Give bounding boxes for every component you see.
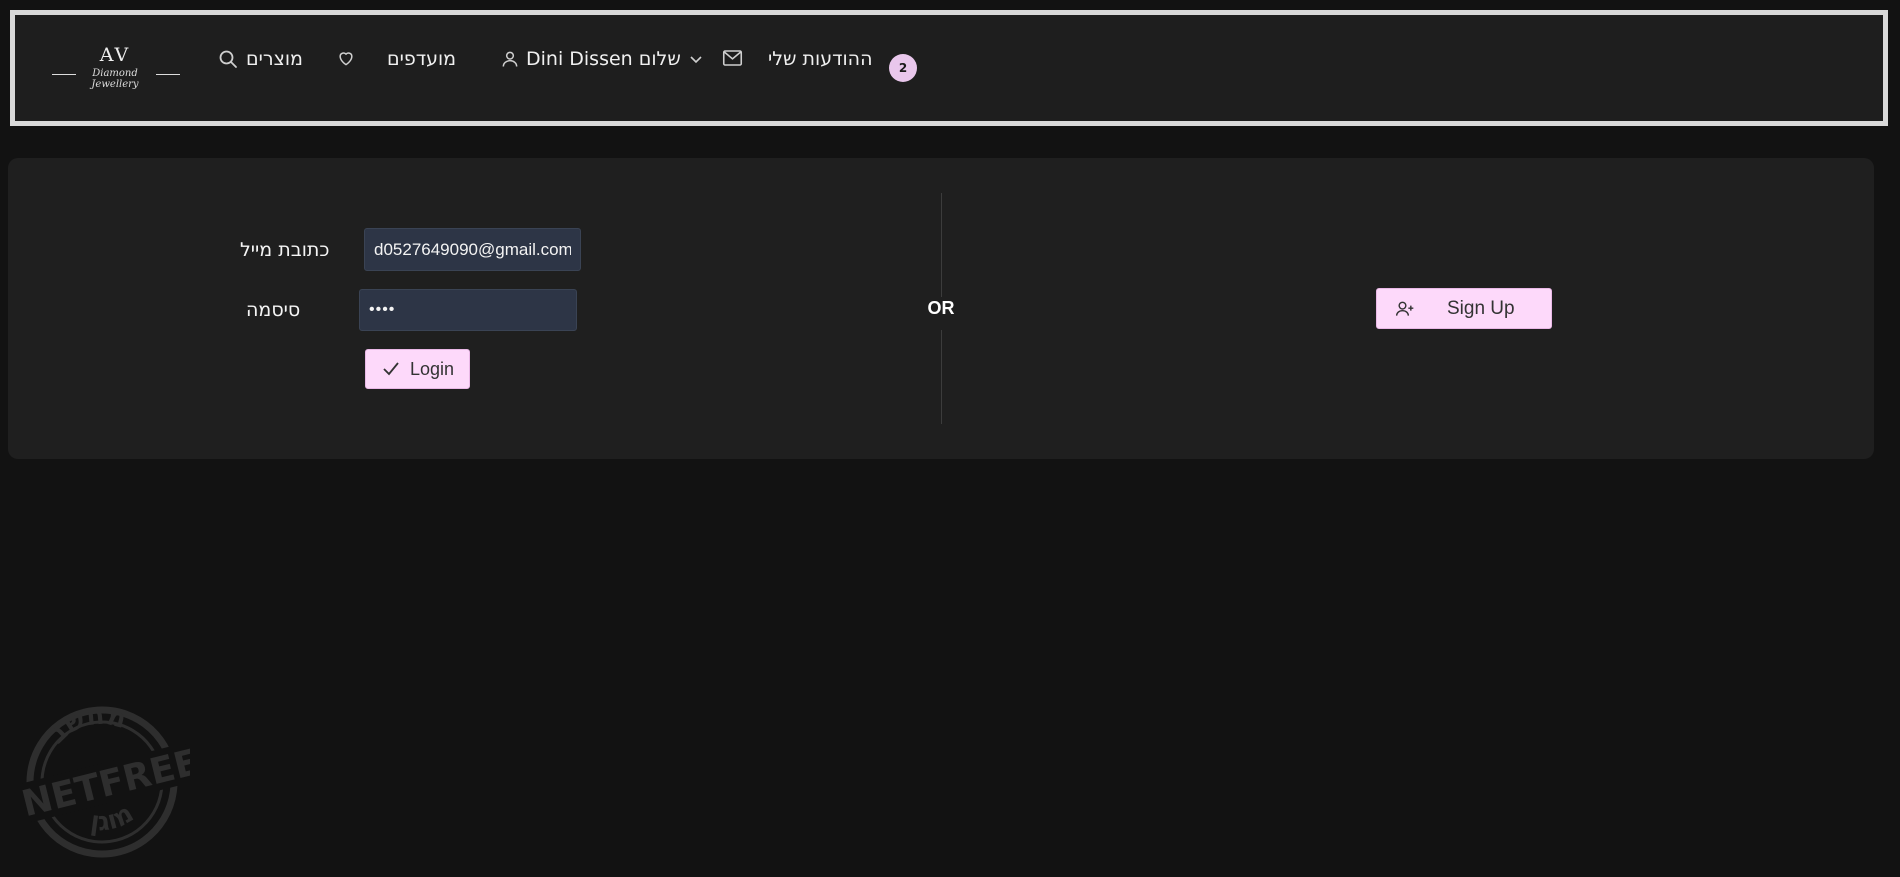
search-icon — [218, 49, 238, 69]
user-icon — [500, 49, 520, 69]
nav-my-messages[interactable]: ההודעות שלי — [768, 45, 872, 73]
password-label: סיסמה — [246, 299, 301, 321]
logo-script: Diamond Jewellery — [91, 68, 139, 90]
nav-products[interactable]: מוצרים — [218, 45, 303, 73]
user-plus-icon — [1395, 300, 1415, 318]
site-logo[interactable]: AV Diamond Jewellery — [46, 44, 182, 90]
logo-line-left — [52, 74, 76, 75]
nav-products-label: מוצרים — [246, 48, 303, 70]
logo-line-right — [156, 74, 180, 75]
heart-icon[interactable] — [336, 48, 356, 68]
messages-count-badge: 2 — [889, 54, 917, 82]
mail-icon[interactable] — [722, 48, 743, 68]
divider-top — [941, 193, 942, 297]
login-button-label: Login — [410, 358, 455, 379]
logo-monogram: AV — [99, 44, 131, 66]
netfree-watermark-stamp: מחשב מוגן NETFREE — [18, 700, 190, 858]
nav-favorites[interactable]: מועדפים — [387, 45, 456, 73]
check-icon — [382, 361, 400, 377]
divider-bottom — [941, 330, 942, 424]
or-separator: OR — [927, 298, 955, 318]
password-field[interactable] — [359, 289, 577, 331]
sign-up-button-label: Sign Up — [1447, 297, 1515, 319]
user-greeting: שלום Dini Dissen — [526, 48, 681, 70]
chevron-down-icon — [689, 52, 703, 66]
user-menu[interactable]: שלום Dini Dissen — [500, 45, 703, 73]
email-field[interactable] — [364, 228, 581, 271]
sign-up-button[interactable]: Sign Up — [1376, 288, 1552, 329]
email-label: כתובת מייל — [240, 239, 330, 261]
login-button[interactable]: Login — [365, 349, 470, 389]
